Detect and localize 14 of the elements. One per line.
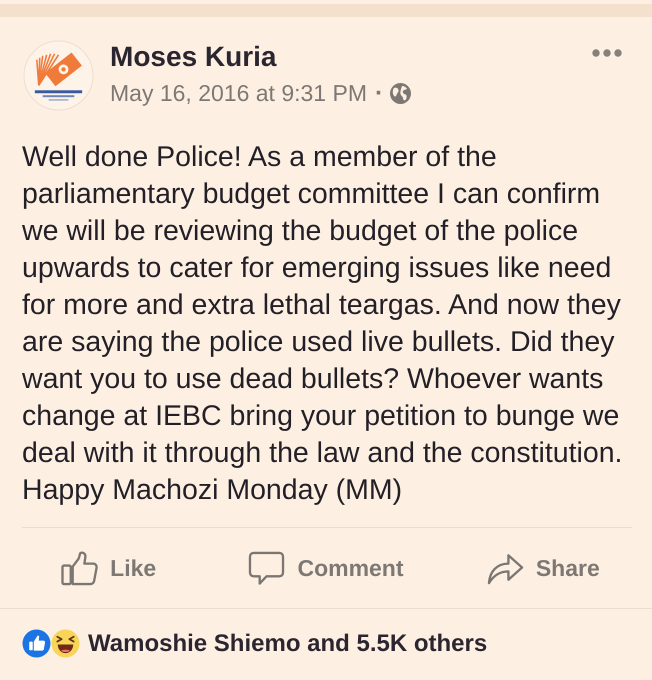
separator-dot: · [375, 79, 384, 107]
like-reaction-icon [22, 629, 51, 658]
speech-bubble-icon [248, 550, 286, 586]
comment-button[interactable]: Comment [248, 550, 404, 586]
post-text: Well done Police! As a member of the parliamentary budget committee I can confirm we will be reviewing the budget of the police upwards to cater for emerging issues like need for more and extra lethal teargas. And now they are saying the police used live bullets. Did they want you to use dead bullets? Whoever wants change at IEBC bring your petition to bunge we deal with it through the law and the constitution. Happy Machozi Monday (MM) [22, 140, 624, 508]
banknote-logo-drawing [23, 40, 94, 111]
reactions-summary[interactable]: Wamoshie Shiemo and 5.5K others [88, 630, 488, 658]
post-timestamp[interactable]: May 16, 2016 at 9:31 PM [110, 79, 367, 107]
laughing-emoji-icon [51, 629, 80, 658]
more-options-icon[interactable] [592, 49, 622, 57]
author-name[interactable]: Moses Kuria [110, 41, 276, 73]
thumbs-up-icon [61, 550, 98, 586]
like-button[interactable]: Like [61, 550, 156, 586]
share-button[interactable]: Share [486, 550, 600, 586]
